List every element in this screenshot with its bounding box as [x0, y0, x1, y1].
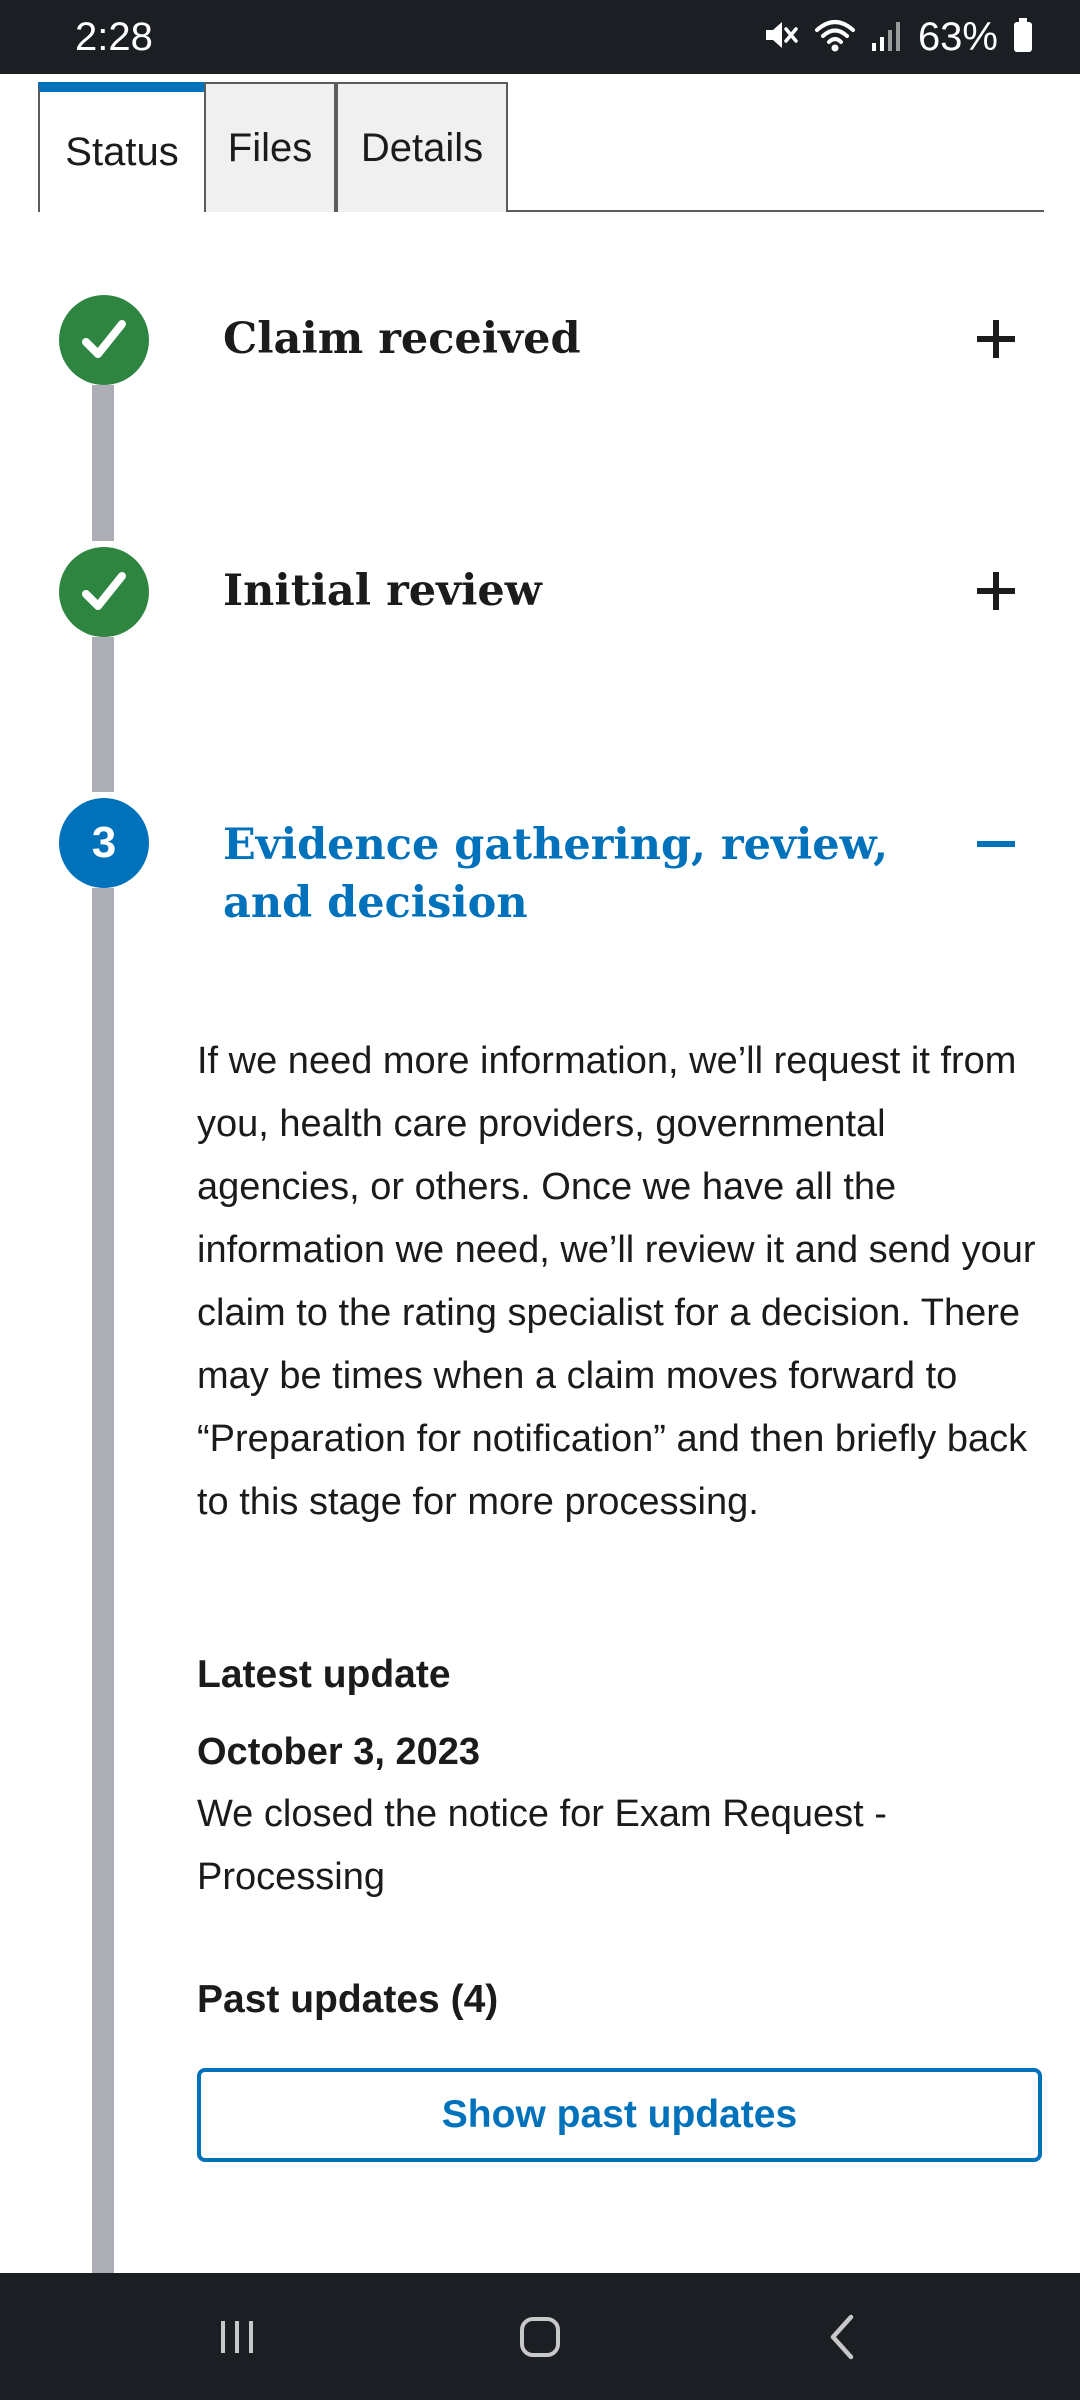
latest-update-text: We closed the notice for Exam Request - …	[197, 1793, 887, 1898]
step-description: If we need more information, we’ll reque…	[197, 1040, 1036, 1523]
timeline-connector	[92, 637, 114, 792]
signal-icon	[870, 15, 904, 60]
timeline-connector	[92, 385, 114, 541]
wifi-icon	[814, 15, 856, 60]
battery-percentage: 63%	[917, 15, 998, 59]
latest-update-heading: Latest update	[197, 1653, 451, 1696]
status-icons: 63%	[760, 14, 1034, 60]
collapse-minus-icon[interactable]	[974, 822, 1018, 871]
step-title-initial-review[interactable]: Initial review	[223, 562, 542, 620]
step-complete-check-icon	[59, 547, 149, 637]
navigation-bar	[0, 2273, 1080, 2400]
back-icon[interactable]	[773, 2273, 913, 2400]
step-title-claim-received[interactable]: Claim received	[223, 310, 581, 368]
tab-status[interactable]: Status	[38, 82, 204, 212]
status-bar: 2:28 63%	[0, 0, 1080, 74]
timeline-connector	[92, 888, 114, 2273]
step-title-evidence-gathering[interactable]: Evidence gathering, review, and decision	[223, 816, 963, 932]
home-icon[interactable]	[470, 2273, 610, 2400]
mute-icon	[760, 15, 800, 60]
past-updates-heading: Past updates (4)	[197, 1978, 499, 2021]
step-complete-check-icon	[59, 295, 149, 385]
expand-plus-icon[interactable]	[974, 569, 1018, 618]
show-past-updates-button[interactable]: Show past updates	[197, 2068, 1042, 2162]
tab-details[interactable]: Details	[336, 82, 508, 212]
recent-apps-icon[interactable]	[167, 2273, 307, 2400]
latest-update-date: October 3, 2023	[197, 1731, 481, 1773]
step-number-badge: 3	[59, 798, 149, 888]
expand-plus-icon[interactable]	[974, 317, 1018, 366]
claim-tabs: Status Files Details	[38, 82, 1044, 212]
status-time: 2:28	[75, 15, 153, 59]
tab-files[interactable]: Files	[204, 82, 336, 212]
battery-icon	[1012, 15, 1034, 60]
